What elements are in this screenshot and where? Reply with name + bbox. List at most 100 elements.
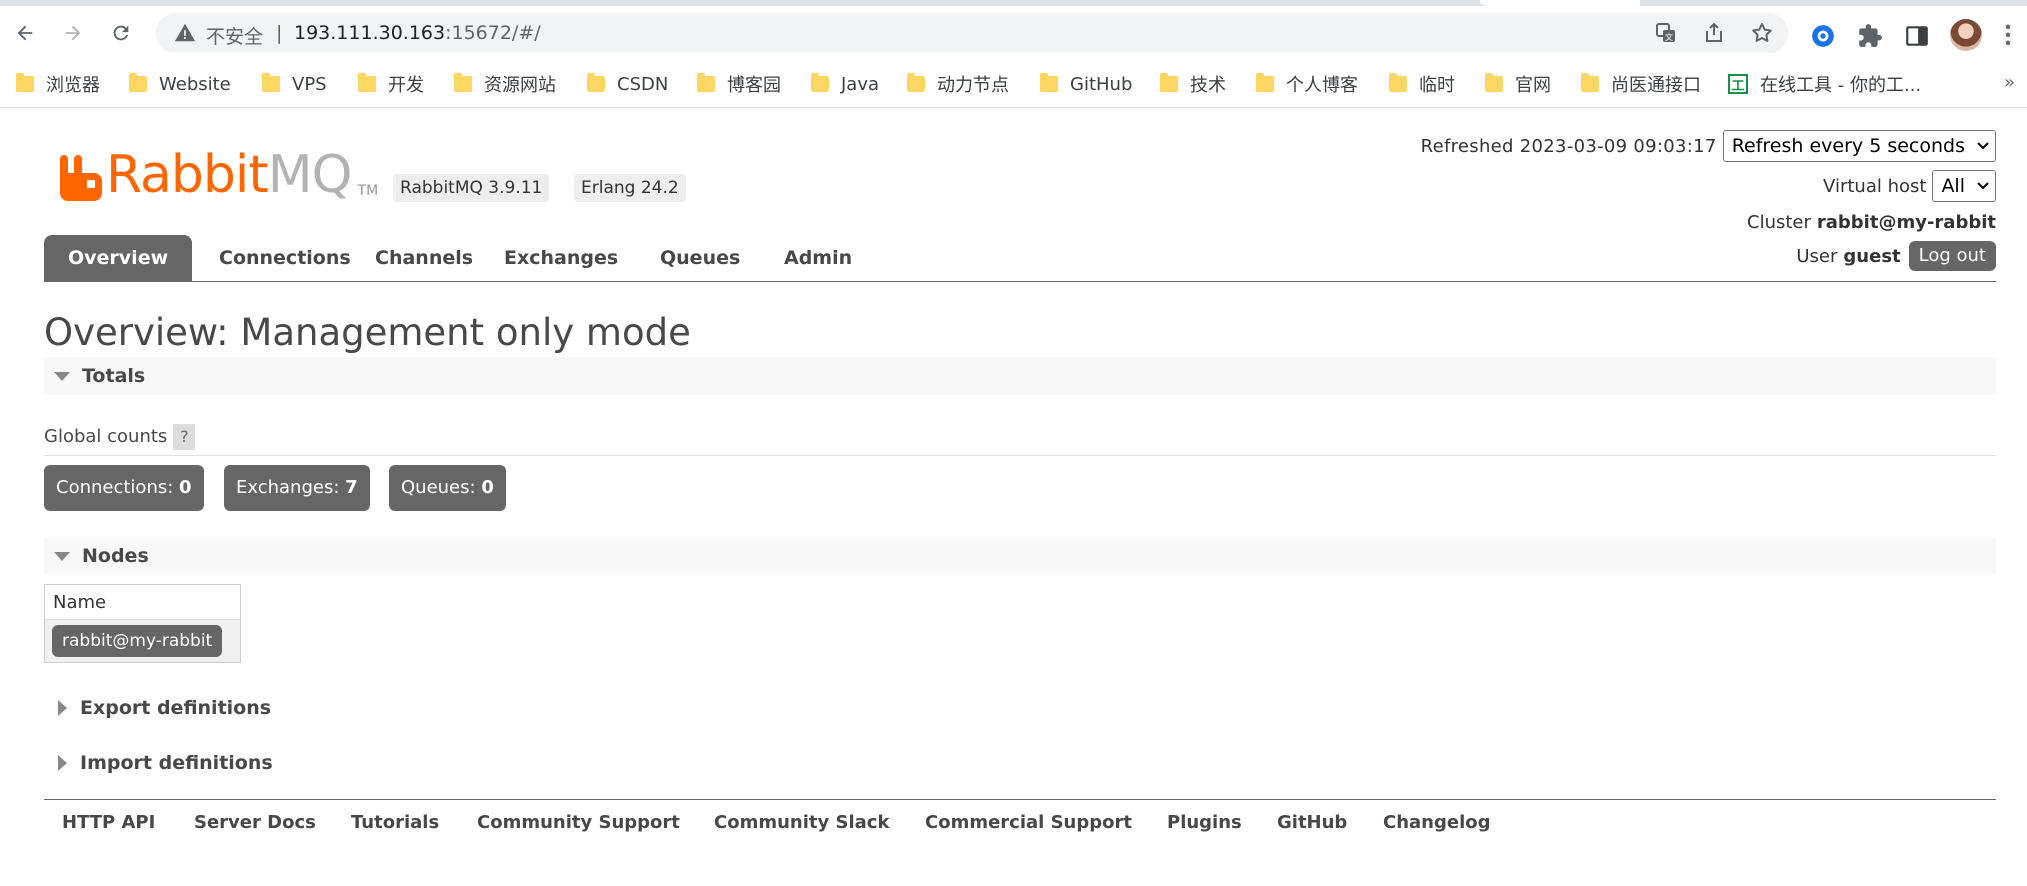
- folder-icon: [1485, 73, 1503, 92]
- bookmarks-overflow-button[interactable]: »: [2004, 72, 2015, 93]
- bookmark-label: Website: [159, 73, 231, 95]
- arrow-right-icon: [65, 25, 81, 41]
- tab-channels[interactable]: Channels: [351, 235, 497, 282]
- bookmark-item[interactable]: GitHub: [1040, 70, 1132, 98]
- bookmark-item[interactable]: Website: [129, 70, 231, 98]
- cluster-row: Cluster rabbit@my-rabbit: [1747, 209, 1996, 235]
- translate-icon[interactable]: 文: [1654, 21, 1678, 45]
- export-definitions-toggle[interactable]: Export definitions: [44, 693, 271, 723]
- bookmark-label: 浏览器: [46, 75, 100, 96]
- footer-link-community-slack[interactable]: Community Slack: [714, 812, 889, 833]
- arrow-left-icon: [17, 25, 33, 41]
- bookmark-label: 官网: [1515, 75, 1551, 96]
- tab-connections[interactable]: Connections: [195, 235, 375, 282]
- footer-link-http-api[interactable]: HTTP API: [62, 812, 155, 833]
- totals-heading: Totals: [82, 365, 146, 387]
- bookmark-label: GitHub: [1070, 73, 1133, 95]
- folder-icon: [1256, 73, 1274, 92]
- tab-admin[interactable]: Admin: [760, 235, 876, 282]
- puzzle-icon[interactable]: [1857, 23, 1883, 49]
- tab-queues[interactable]: Queues: [636, 235, 764, 282]
- bookmark-item[interactable]: Java: [811, 70, 879, 98]
- refresh-interval-select[interactable]: Refresh every 5 seconds: [1722, 130, 1996, 162]
- footer-link-commercial-support[interactable]: Commercial Support: [925, 812, 1132, 833]
- bookmark-item[interactable]: 个人博客: [1256, 70, 1358, 98]
- bookmark-label: 在线工具 - 你的工...: [1760, 75, 1922, 96]
- url-path: :15672/#/: [445, 22, 541, 44]
- totals-section-toggle[interactable]: Totals: [44, 357, 1996, 395]
- share-icon[interactable]: [1702, 21, 1726, 45]
- profile-avatar[interactable]: [1950, 19, 1982, 51]
- bookmark-label: 资源网站: [484, 75, 556, 96]
- import-definitions-heading: Import definitions: [80, 752, 273, 774]
- warning-icon[interactable]: [174, 22, 196, 44]
- bookmark-label: 技术: [1190, 75, 1226, 96]
- bookmark-label: 尚医通接口: [1611, 75, 1701, 96]
- connections-count-badge[interactable]: Connections: 0: [44, 465, 204, 511]
- cluster-name: rabbit@my-rabbit: [1816, 211, 1996, 233]
- bookmark-item[interactable]: 工在线工具 - 你的工...: [1728, 70, 1921, 98]
- folder-icon: [16, 73, 34, 92]
- url-text: 193.111.30.163:15672/#/: [294, 22, 541, 44]
- bookmark-item[interactable]: 浏览器: [16, 70, 100, 98]
- bookmark-label: 开发: [388, 75, 424, 96]
- back-button[interactable]: [10, 18, 40, 48]
- tab-overview[interactable]: Overview: [44, 235, 193, 282]
- footer-links: HTTP API Server Docs Tutorials Community…: [44, 799, 1996, 843]
- folder-icon: [1389, 73, 1407, 92]
- help-button[interactable]: ?: [173, 423, 196, 450]
- bookmark-item[interactable]: 开发: [358, 70, 424, 98]
- bookmark-item[interactable]: 动力节点: [907, 70, 1009, 98]
- bookmark-item[interactable]: 技术: [1160, 70, 1226, 98]
- vhost-label: Virtual host: [1823, 175, 1927, 197]
- bookmark-item[interactable]: 尚医通接口: [1581, 70, 1701, 98]
- side-panel-icon[interactable]: [1904, 23, 1930, 49]
- caret-right-icon: [58, 700, 67, 716]
- refreshed-timestamp: Refreshed 2023-03-09 09:03:17: [1420, 135, 1717, 157]
- url-host: 193.111.30.163: [294, 22, 446, 44]
- tab-exchanges[interactable]: Exchanges: [480, 235, 642, 282]
- footer-link-tutorials[interactable]: Tutorials: [351, 812, 439, 833]
- global-counts-row: Global counts ?: [44, 418, 1996, 456]
- footer-link-server-docs[interactable]: Server Docs: [194, 812, 316, 833]
- logo-rabbit-text: Rabbit: [106, 145, 269, 205]
- chevron-down-icon: [1977, 142, 1989, 150]
- bookmark-item[interactable]: 官网: [1485, 70, 1551, 98]
- nodes-section-toggle[interactable]: Nodes: [44, 537, 1996, 575]
- more-vert-icon[interactable]: [2005, 24, 2011, 46]
- global-counts-label: Global counts: [44, 426, 168, 447]
- bookmark-item[interactable]: CSDN: [587, 70, 668, 98]
- nodes-table: Name rabbit@my-rabbit: [44, 584, 241, 663]
- reload-button[interactable]: [106, 18, 136, 48]
- caret-right-icon: [58, 755, 67, 771]
- forward-button[interactable]: [58, 18, 88, 48]
- extension-key-icon[interactable]: [1810, 23, 1836, 49]
- count-value: 0: [179, 477, 192, 498]
- bookmark-item[interactable]: 临时: [1389, 70, 1455, 98]
- footer-link-changelog[interactable]: Changelog: [1383, 812, 1491, 833]
- address-bar[interactable]: 不安全 | 193.111.30.163:15672/#/ 文: [156, 13, 1788, 53]
- footer-link-community-support[interactable]: Community Support: [477, 812, 680, 833]
- bookmark-item[interactable]: 博客园: [697, 70, 781, 98]
- exchanges-count-badge[interactable]: Exchanges: 7: [224, 465, 370, 511]
- bookmark-label: VPS: [292, 73, 327, 95]
- folder-icon: [129, 73, 147, 92]
- queues-count-badge[interactable]: Queues: 0: [389, 465, 506, 511]
- folder-icon: [1581, 73, 1599, 92]
- node-link[interactable]: rabbit@my-rabbit: [52, 625, 223, 657]
- page-title: Overview: Management only mode: [44, 311, 691, 354]
- star-icon[interactable]: [1750, 21, 1774, 45]
- bookmark-label: 动力节点: [937, 75, 1009, 96]
- footer-link-plugins[interactable]: Plugins: [1167, 812, 1242, 833]
- folder-icon: [454, 73, 472, 92]
- vhost-select[interactable]: All: [1932, 170, 1996, 202]
- cluster-label: Cluster: [1747, 211, 1811, 233]
- footer-link-github[interactable]: GitHub: [1277, 812, 1347, 833]
- folder-icon: [358, 73, 376, 92]
- bookmark-item[interactable]: 资源网站: [454, 70, 556, 98]
- import-definitions-toggle[interactable]: Import definitions: [44, 748, 273, 778]
- caret-down-icon: [54, 551, 70, 561]
- rabbitmq-logo[interactable]: Rabbit MQ TM: [60, 145, 378, 205]
- browser-toolbar: 不安全 | 193.111.30.163:15672/#/ 文: [0, 6, 2027, 62]
- bookmark-item[interactable]: VPS: [262, 70, 327, 98]
